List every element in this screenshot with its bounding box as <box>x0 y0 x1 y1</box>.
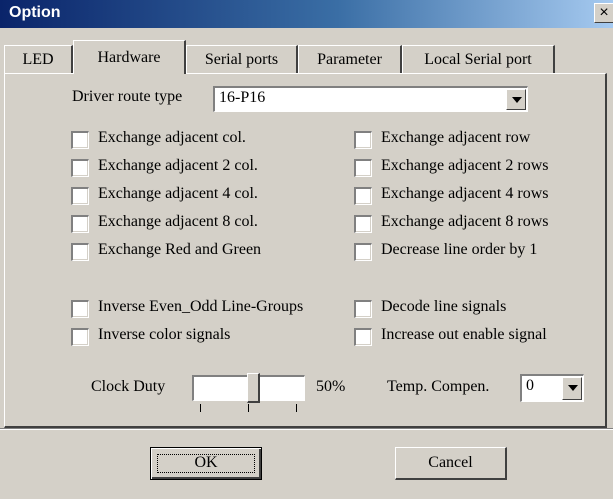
chevron-down-icon[interactable] <box>562 377 582 400</box>
checkbox-label: Exchange adjacent 2 col. <box>98 157 258 174</box>
checkbox-exchange-adjacent-col[interactable] <box>71 131 89 149</box>
slider-tick <box>248 404 249 412</box>
hardware-panel: Driver route type 16-P16 Exchange adjace… <box>4 73 607 428</box>
tab-parameter[interactable]: Parameter <box>298 45 402 73</box>
driver-route-label: Driver route type <box>72 88 183 105</box>
tab-led[interactable]: LED <box>4 45 73 73</box>
clock-duty-slider-thumb[interactable] <box>246 373 260 403</box>
cancel-button[interactable]: Cancel <box>395 447 507 480</box>
checkbox-label: Exchange adjacent 8 rows <box>381 213 549 230</box>
checkbox-exchange-adjacent-8-rows[interactable] <box>354 215 372 233</box>
checkbox-exchange-adjacent-4-rows[interactable] <box>354 187 372 205</box>
checkbox-label: Exchange Red and Green <box>98 241 262 258</box>
checkbox-exchange-red-green[interactable] <box>71 243 89 261</box>
temp-compen-value: 0 <box>526 377 534 394</box>
driver-route-select[interactable]: 16-P16 <box>213 86 528 112</box>
separator <box>0 429 613 430</box>
checkbox-label: Exchange adjacent 2 rows <box>381 157 549 174</box>
title-bar[interactable]: Option × <box>0 0 613 28</box>
checkbox-label: Decrease line order by 1 <box>381 241 538 258</box>
checkbox-exchange-adjacent-8-col[interactable] <box>71 215 89 233</box>
tab-hardware[interactable]: Hardware <box>73 40 186 74</box>
clock-duty-value: 50% <box>316 378 346 395</box>
checkbox-decrease-line-order[interactable] <box>354 243 372 261</box>
tab-local-serial-port[interactable]: Local Serial port <box>402 45 555 73</box>
temp-compen-label: Temp. Compen. <box>387 378 490 395</box>
checkbox-label: Exchange adjacent 8 col. <box>98 213 258 230</box>
window-title: Option <box>9 4 61 21</box>
checkbox-exchange-adjacent-4-col[interactable] <box>71 187 89 205</box>
checkbox-decode-line-signals[interactable] <box>354 300 372 318</box>
ok-button[interactable]: OK <box>150 447 262 480</box>
slider-tick <box>200 404 201 412</box>
checkbox-label: Decode line signals <box>381 298 507 315</box>
checkbox-label: Inverse color signals <box>98 326 231 343</box>
slider-tick <box>296 404 297 412</box>
focus-rect <box>157 454 255 473</box>
checkbox-label: Exchange adjacent 4 col. <box>98 185 258 202</box>
checkbox-label: Exchange adjacent 4 rows <box>381 185 549 202</box>
checkbox-inverse-color-signals[interactable] <box>71 328 89 346</box>
checkbox-label: Increase out enable signal <box>381 326 547 343</box>
checkbox-exchange-adjacent-2-rows[interactable] <box>354 159 372 177</box>
chevron-down-icon[interactable] <box>506 89 526 110</box>
checkbox-label: Exchange adjacent col. <box>98 129 246 146</box>
temp-compen-select[interactable]: 0 <box>520 374 584 402</box>
cancel-label: Cancel <box>428 454 473 471</box>
tab-serial-ports[interactable]: Serial ports <box>186 45 298 73</box>
checkbox-exchange-adjacent-row[interactable] <box>354 131 372 149</box>
checkbox-label: Exchange adjacent row <box>381 129 531 146</box>
close-icon[interactable]: × <box>594 3 613 23</box>
checkbox-exchange-adjacent-2-col[interactable] <box>71 159 89 177</box>
clock-duty-label: Clock Duty <box>91 378 166 395</box>
checkbox-inverse-even-odd[interactable] <box>71 300 89 318</box>
checkbox-increase-out-enable[interactable] <box>354 328 372 346</box>
checkbox-label: Inverse Even_Odd Line-Groups <box>98 298 304 315</box>
driver-route-value: 16-P16 <box>219 89 266 106</box>
option-dialog: Option × LED Hardware Serial ports Param… <box>0 0 613 499</box>
